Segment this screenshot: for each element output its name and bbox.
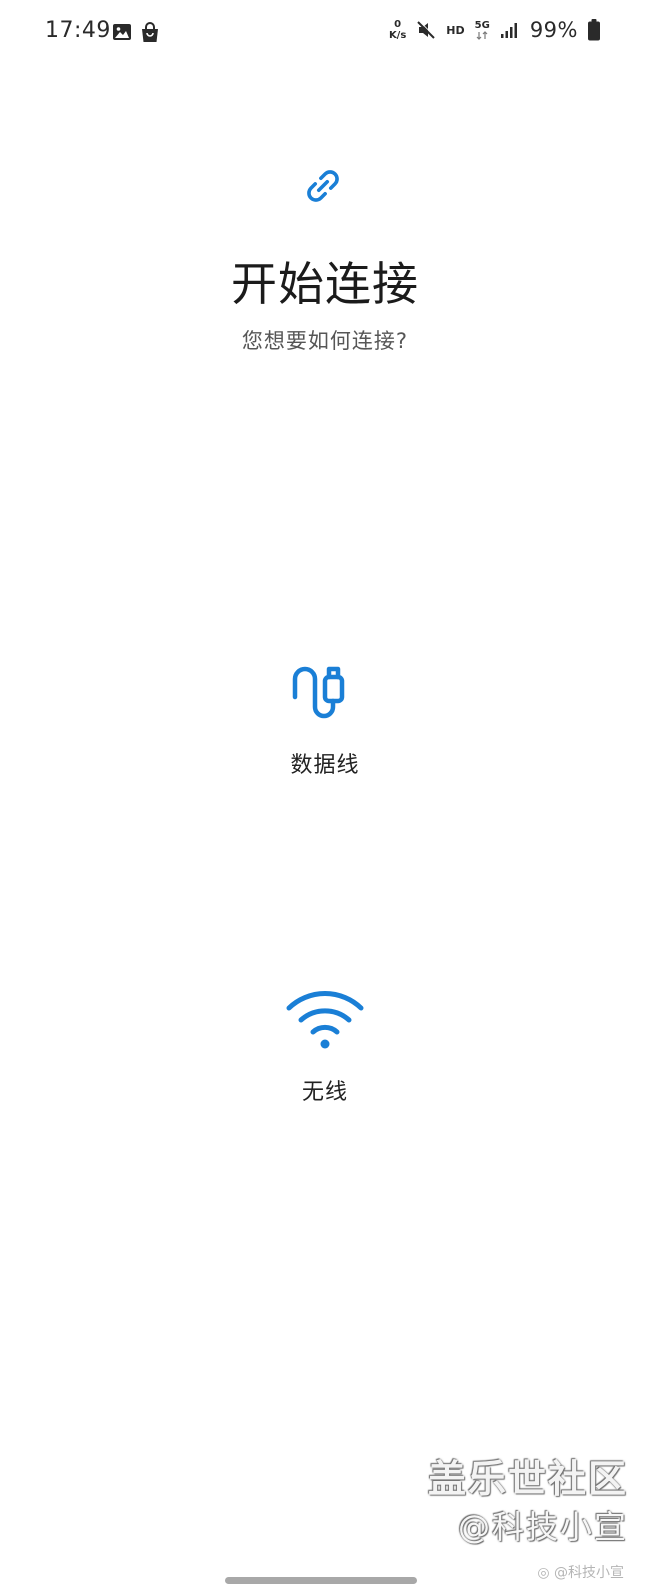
battery-icon [588,19,600,41]
image-icon [113,24,131,40]
mute-icon [417,20,436,39]
home-indicator[interactable] [225,1577,417,1584]
page-title: 开始连接 [231,257,419,311]
battery-percent: 99% [529,18,578,42]
network-label: 5G [474,19,490,31]
wireless-option[interactable]: 无线 [225,982,425,1106]
cable-option[interactable]: 数据线 [225,655,425,779]
net-speed-unit: K/s [388,30,407,41]
link-icon [307,170,339,202]
status-right-icons: 0 K/s HD 5G 99% [389,18,600,42]
shopping-bag-icon [142,22,158,42]
usb-cable-icon [292,666,345,719]
page-subtitle: 您想要如何连接? [241,329,409,353]
status-left-icons [112,22,160,44]
watermark-site: 盖乐世社区 [427,1457,628,1501]
status-time: 17:49 [45,18,111,43]
wireless-option-label: 无线 [301,1080,348,1105]
network-type: 5G [474,19,490,40]
signal-icon [500,23,517,38]
watermark-handle: @科技小宣 [457,1508,628,1546]
cable-option-label: 数据线 [290,753,360,778]
watermark-weibo: ◎ @科技小宣 [537,1562,624,1582]
net-speed: 0 K/s [389,19,406,41]
hd-label: HD [446,23,465,37]
net-speed-value: 0 [394,19,402,30]
status-bar: 17:49 0 K/s HD 5G 99% [0,0,650,70]
data-arrows-icon [476,30,488,40]
weibo-icon: ◎ [537,1565,550,1581]
watermark-weibo-text: @科技小宣 [554,1565,624,1581]
wifi-icon [286,991,364,1049]
